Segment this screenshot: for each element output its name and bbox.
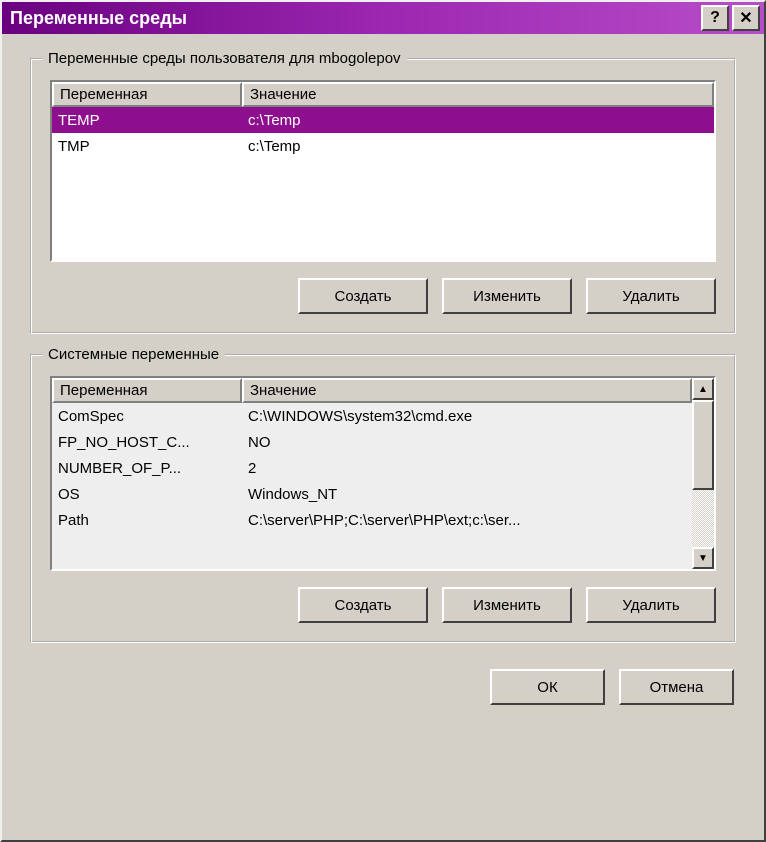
user-create-button[interactable]: Создать <box>298 278 428 314</box>
table-row[interactable]: PathC:\server\PHP;C:\server\PHP\ext;c:\s… <box>52 507 692 533</box>
environment-variables-dialog: Переменные среды ? ✕ Переменные среды по… <box>0 0 766 842</box>
system-variables-group: Системные переменные Переменная Значение… <box>30 354 736 643</box>
column-variable[interactable]: Переменная <box>52 82 242 107</box>
table-row[interactable]: TEMPc:\Temp <box>52 107 714 133</box>
variable-name-cell: ComSpec <box>52 406 242 427</box>
ok-button[interactable]: ОК <box>490 669 605 705</box>
variable-value-cell: C:\WINDOWS\system32\cmd.exe <box>242 406 692 427</box>
window-title: Переменные среды <box>10 8 701 29</box>
variable-value-cell: c:\Temp <box>242 136 714 157</box>
user-variables-group: Переменные среды пользователя для mbogol… <box>30 58 736 334</box>
variable-value-cell: Windows_NT <box>242 484 692 505</box>
user-variables-list[interactable]: Переменная Значение TEMPc:\TempTMPc:\Tem… <box>50 80 716 262</box>
help-button[interactable]: ? <box>701 5 729 31</box>
variable-value-cell: c:\Temp <box>242 110 714 131</box>
close-button[interactable]: ✕ <box>732 5 760 31</box>
vertical-scrollbar[interactable]: ▲ ▼ <box>692 378 714 569</box>
table-row[interactable]: TMPc:\Temp <box>52 133 714 159</box>
variable-value-cell: C:\server\PHP;C:\server\PHP\ext;c:\ser..… <box>242 510 692 531</box>
column-variable[interactable]: Переменная <box>52 378 242 403</box>
table-row[interactable]: OSWindows_NT <box>52 481 692 507</box>
variable-name-cell: Path <box>52 510 242 531</box>
variable-name-cell: NUMBER_OF_P... <box>52 458 242 479</box>
variable-name-cell: OS <box>52 484 242 505</box>
titlebar: Переменные среды ? ✕ <box>2 2 764 34</box>
scroll-thumb[interactable] <box>692 400 714 490</box>
table-row[interactable]: ComSpecC:\WINDOWS\system32\cmd.exe <box>52 403 692 429</box>
cancel-button[interactable]: Отмена <box>619 669 734 705</box>
system-edit-button[interactable]: Изменить <box>442 587 572 623</box>
variable-value-cell: NO <box>242 432 692 453</box>
user-edit-button[interactable]: Изменить <box>442 278 572 314</box>
system-group-label: Системные переменные <box>42 346 225 363</box>
scroll-up-button[interactable]: ▲ <box>692 378 714 400</box>
chevron-down-icon: ▼ <box>698 553 708 564</box>
close-icon: ✕ <box>739 8 752 28</box>
variable-name-cell: FP_NO_HOST_C... <box>52 432 242 453</box>
help-icon: ? <box>710 9 720 27</box>
system-create-button[interactable]: Создать <box>298 587 428 623</box>
chevron-up-icon: ▲ <box>698 384 708 395</box>
variable-name-cell: TMP <box>52 136 242 157</box>
user-group-label: Переменные среды пользователя для mbogol… <box>42 50 407 67</box>
system-list-header: Переменная Значение <box>52 378 692 403</box>
system-variables-list[interactable]: Переменная Значение ComSpecC:\WINDOWS\sy… <box>50 376 716 571</box>
scroll-down-button[interactable]: ▼ <box>692 547 714 569</box>
variable-value-cell: 2 <box>242 458 692 479</box>
column-value[interactable]: Значение <box>242 82 714 107</box>
user-list-header: Переменная Значение <box>52 82 714 107</box>
column-value[interactable]: Значение <box>242 378 692 403</box>
user-delete-button[interactable]: Удалить <box>586 278 716 314</box>
system-delete-button[interactable]: Удалить <box>586 587 716 623</box>
table-row[interactable]: FP_NO_HOST_C...NO <box>52 429 692 455</box>
table-row[interactable]: NUMBER_OF_P...2 <box>52 455 692 481</box>
variable-name-cell: TEMP <box>52 110 242 131</box>
